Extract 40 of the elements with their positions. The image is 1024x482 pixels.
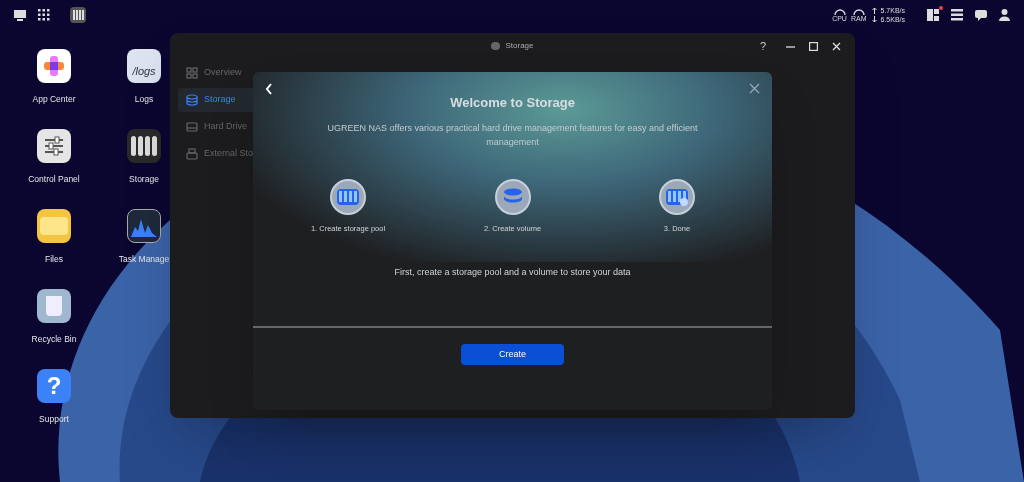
storage-taskbar-icon[interactable]: [70, 7, 86, 23]
app-center-icon: [37, 49, 71, 83]
usb-icon: [186, 148, 198, 160]
dialog-title: Welcome to Storage: [450, 94, 575, 112]
dialog-hint: First, create a storage pool and a volume to store your data: [394, 265, 631, 279]
logs-icon: /logs: [127, 49, 161, 83]
app-label[interactable]: App Center: [32, 93, 76, 106]
create-button[interactable]: Create: [461, 344, 564, 365]
chart-icon: [127, 209, 161, 243]
back-icon[interactable]: [265, 83, 273, 95]
dialog-subtitle: UGREEN NAS offers various practical hard drive management features for easy and efficient management: [326, 121, 699, 149]
nas-icon: [127, 129, 161, 163]
window-title: Storage: [505, 40, 534, 52]
help-button[interactable]: ?: [759, 37, 766, 55]
list-icon[interactable]: [951, 9, 963, 21]
app-label[interactable]: Recycle Bin: [31, 333, 77, 346]
storage-app-icon: [491, 42, 501, 50]
app-label[interactable]: Task Manage: [118, 253, 170, 266]
database-icon: [186, 94, 198, 106]
trash-icon: [37, 289, 71, 323]
app-label[interactable]: Support: [39, 413, 69, 426]
gauge-icon: [833, 8, 846, 15]
up-arrow-icon: [872, 7, 878, 14]
apps-grid-icon[interactable]: [38, 9, 50, 21]
user-icon[interactable]: [999, 9, 1010, 21]
app-label[interactable]: Control Panel: [28, 173, 80, 186]
app-label[interactable]: Storage: [129, 173, 159, 186]
maximize-icon[interactable]: [809, 41, 818, 51]
down-arrow-icon: [872, 16, 878, 23]
drive-icon: [186, 121, 198, 133]
sliders-icon: [37, 129, 71, 163]
grid-icon: [186, 67, 198, 79]
gauge-icon: [852, 8, 865, 15]
desktop-icon[interactable]: [14, 9, 26, 21]
app-label[interactable]: Files: [45, 253, 63, 266]
chat-icon[interactable]: [975, 9, 987, 21]
help-icon: ?: [37, 369, 71, 403]
app-label[interactable]: Logs: [134, 93, 154, 106]
folder-icon: [37, 209, 71, 243]
panel-icon[interactable]: [927, 9, 939, 21]
